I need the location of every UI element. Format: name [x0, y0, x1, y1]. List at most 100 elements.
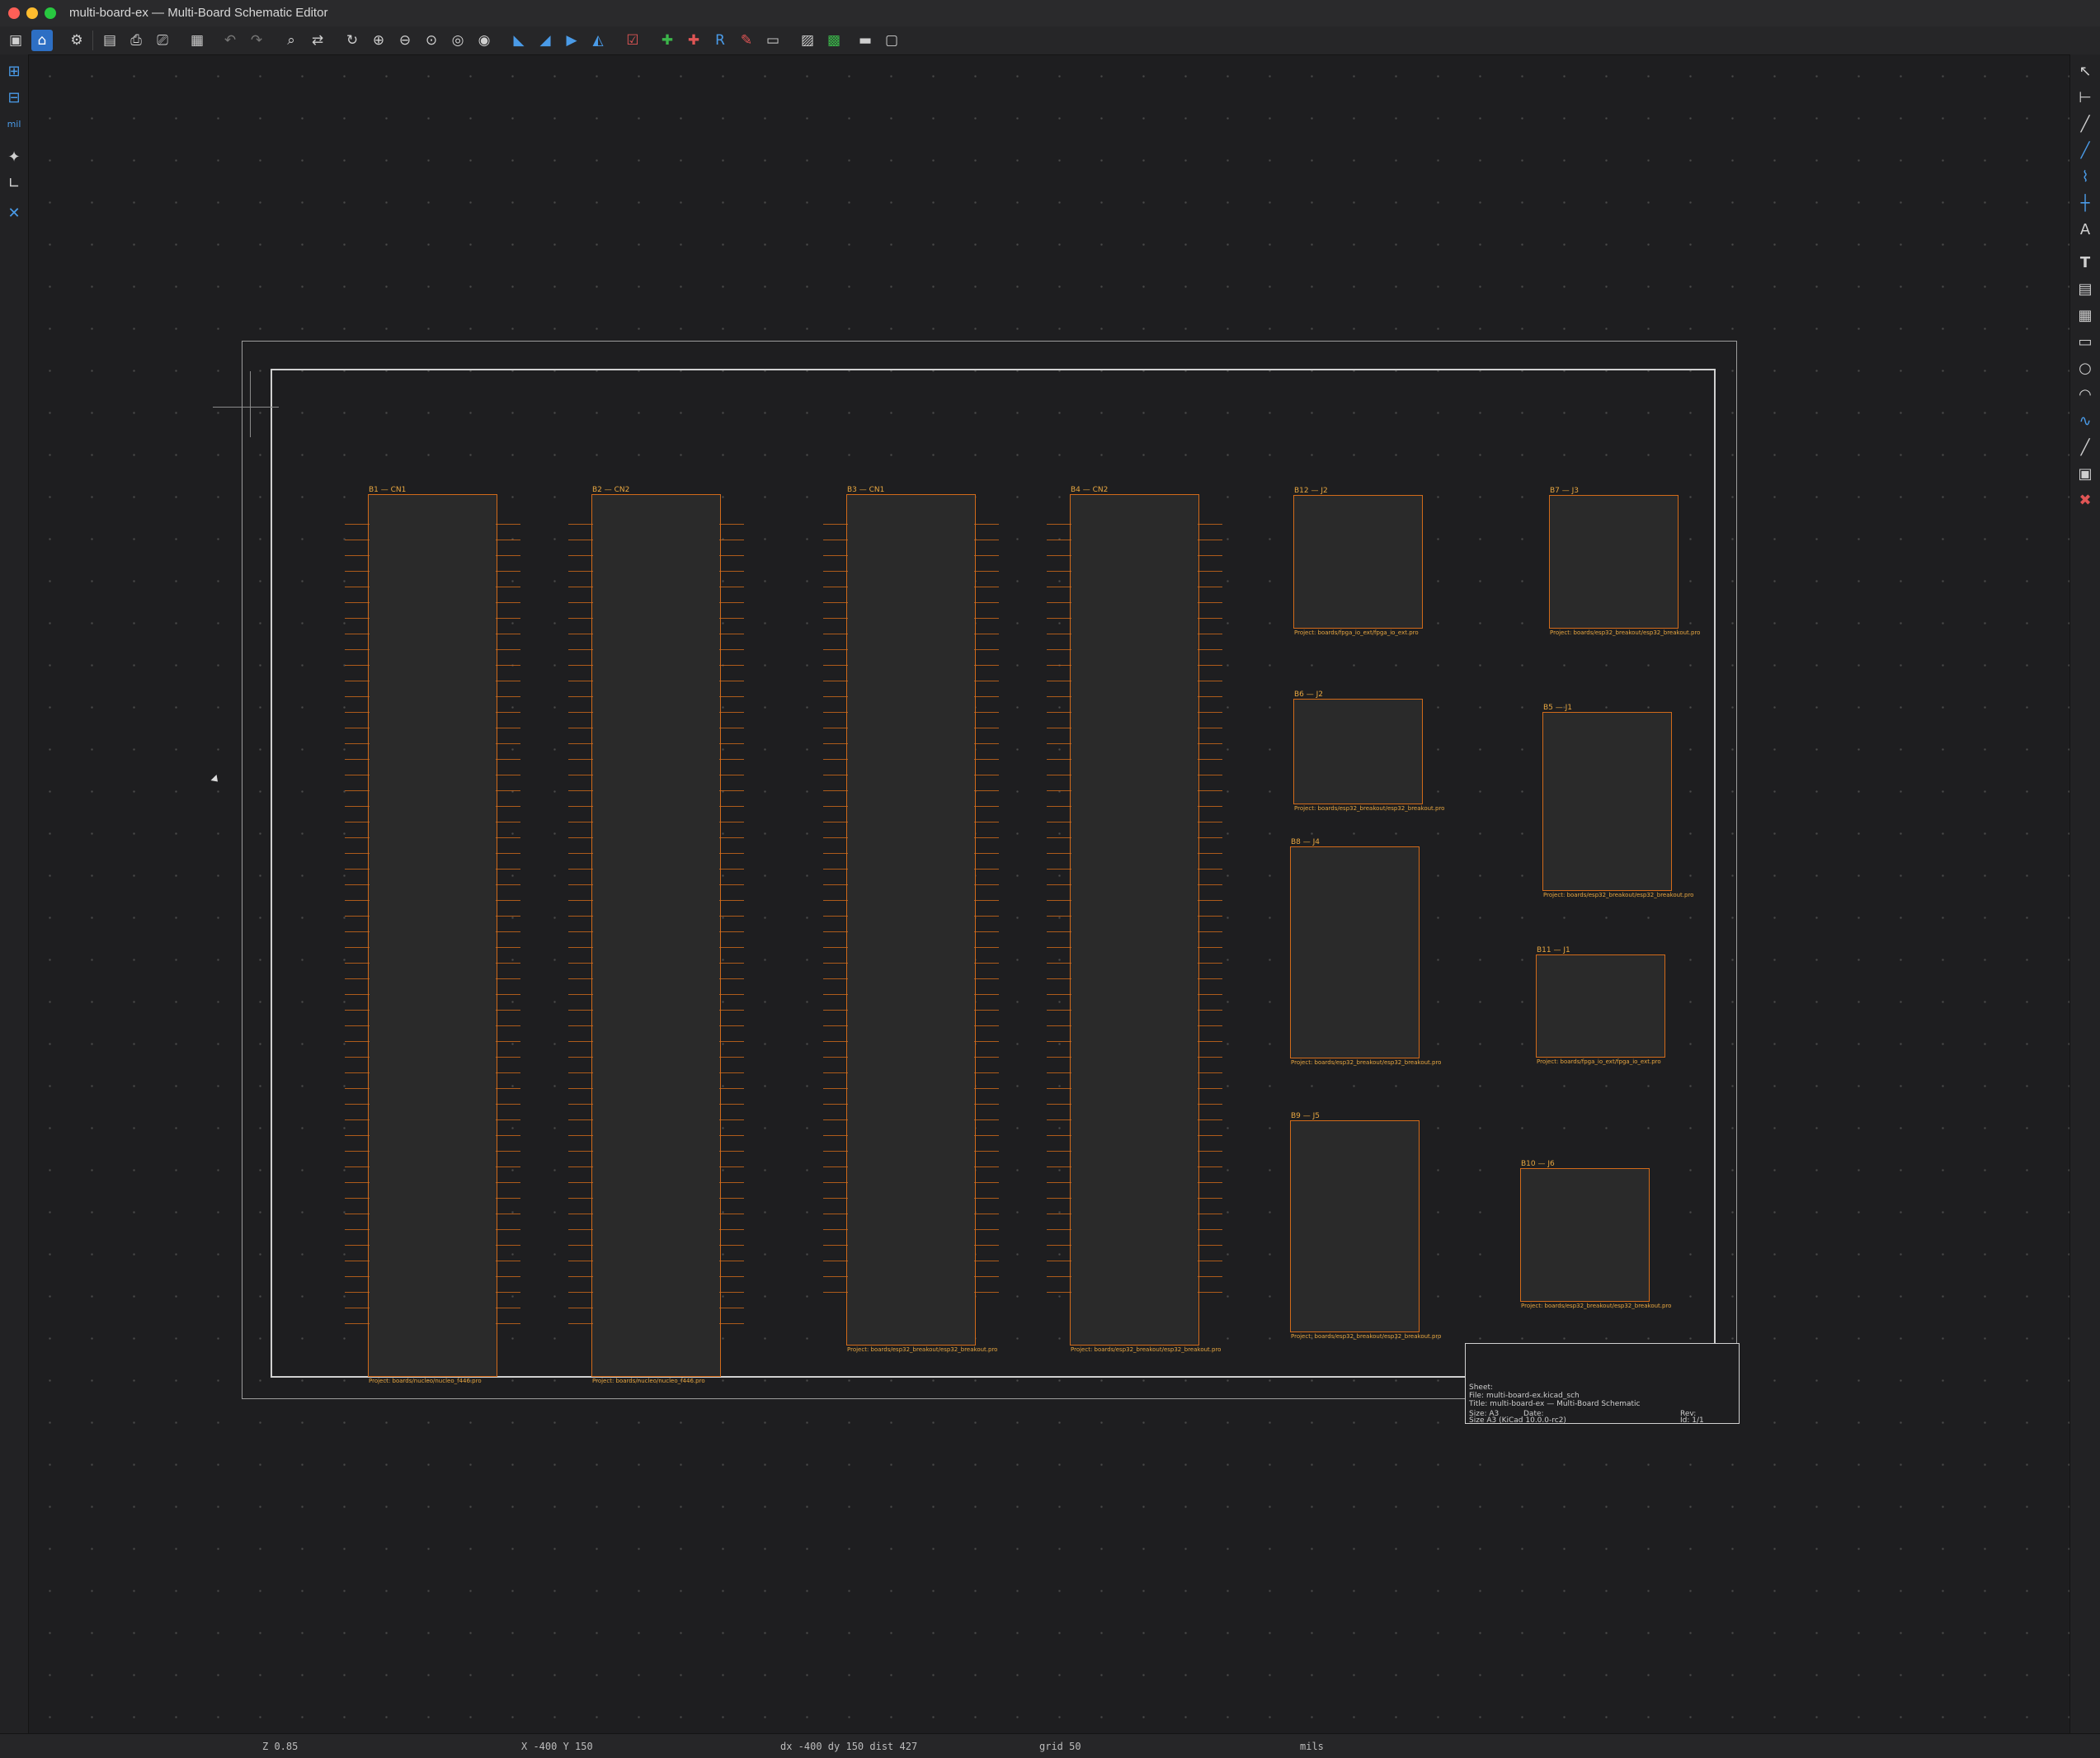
- refresh-icon[interactable]: ↻: [341, 30, 363, 51]
- board-b5[interactable]: B5 — J1 Project: boards/esp32_breakout/e…: [1542, 704, 1693, 898]
- top-toolbar: ▣ ⌂ ⚙ ▤ ⎙ ⎚ ▦ ↶ ↷ ⌕ ⇄ ↻ ⊕ ⊖ ⊙ ◎ ◉ ◣ ◢ ▶ …: [0, 26, 2100, 55]
- board-title: B6 — J2: [1294, 690, 1324, 699]
- highlight-net-icon[interactable]: ⊢: [2074, 86, 2097, 109]
- junction-icon[interactable]: ┼: [2074, 191, 2097, 214]
- board-b1[interactable]: B1 — CN1 Project: boards/nucleo/nucleo_f…: [368, 486, 497, 1384]
- symbol-browser-icon[interactable]: ✚: [683, 30, 704, 51]
- scripting-icon[interactable]: ▩: [823, 30, 845, 51]
- grid-overrides-icon[interactable]: ⊟: [2, 86, 26, 109]
- print-icon[interactable]: ⎙: [125, 30, 147, 51]
- crosshair-horizontal: [213, 407, 279, 408]
- zoom-out-icon[interactable]: ⊖: [394, 30, 416, 51]
- board-b8[interactable]: B8 — J4 Project: boards/esp32_breakout/e…: [1290, 838, 1441, 1066]
- board-title: B7 — J3: [1550, 487, 1580, 495]
- app-icon[interactable]: ⌂: [31, 30, 53, 51]
- maximize-window-button[interactable]: [45, 7, 56, 19]
- text-icon[interactable]: T: [2074, 251, 2097, 274]
- window-title: multi-board-ex — Multi-Board Schematic E…: [69, 6, 328, 20]
- zoom-in-icon[interactable]: ⊕: [368, 30, 389, 51]
- board-title: B10 — J6: [1521, 1160, 1555, 1168]
- textbox-icon[interactable]: ▤: [2074, 277, 2097, 300]
- title-block-id: Id: 1/1: [1680, 1416, 1704, 1425]
- board-b11[interactable]: B11 — J1 Project: boards/fpga_io_ext/fpg…: [1536, 946, 1665, 1065]
- redo-icon[interactable]: ↷: [246, 30, 267, 51]
- board-b12[interactable]: B12 — J2 Project: boards/fpga_io_ext/fpg…: [1293, 487, 1423, 636]
- board-title: B4 — CN2: [1071, 486, 1109, 494]
- find-replace-icon[interactable]: ⇄: [307, 30, 328, 51]
- circle-icon[interactable]: ○: [2074, 356, 2097, 379]
- board-title: B2 — CN2: [592, 486, 630, 494]
- status-bar: Z 0.85 X -400 Y 150 dx -400 dy 150 dist …: [0, 1733, 2100, 1758]
- close-window-button[interactable]: [8, 7, 20, 19]
- tools-icon[interactable]: ✕: [2, 201, 26, 224]
- board-project: Project: boards/esp32_breakout/esp32_bre…: [1291, 1059, 1442, 1066]
- symbol-editor-icon[interactable]: ✚: [657, 30, 678, 51]
- board-project: Project: boards/esp32_breakout/esp32_bre…: [1550, 629, 1701, 636]
- plot-icon[interactable]: ⎚: [152, 30, 173, 51]
- image-icon[interactable]: ▣: [2074, 462, 2097, 485]
- zoom-objects-icon[interactable]: ◎: [447, 30, 468, 51]
- rotate-ccw-icon[interactable]: ◣: [508, 30, 530, 51]
- zoom-fit-icon[interactable]: ⊙: [421, 30, 442, 51]
- board-title: B3 — CN1: [847, 486, 885, 494]
- netlist-icon[interactable]: ▭: [762, 30, 784, 51]
- cursor-icon[interactable]: ✦: [2, 145, 26, 168]
- board-title: B12 — J2: [1294, 487, 1328, 495]
- minimize-window-button[interactable]: [26, 7, 38, 19]
- board-project: Project: boards/fpga_io_ext/fpga_io_ext.…: [1537, 1058, 1661, 1065]
- status-units: mils: [1300, 1741, 1324, 1752]
- chat-icon[interactable]: ▢: [881, 30, 902, 51]
- title-block-sheet: Sheet:: [1469, 1383, 1494, 1392]
- board-b9[interactable]: B9 — J5 Project: boards/esp32_breakout/e…: [1290, 1112, 1441, 1340]
- status-zoom: Z 0.85: [262, 1741, 299, 1752]
- arc-icon[interactable]: ◠: [2074, 383, 2097, 406]
- board-project: Project: boards/esp32_breakout/esp32_bre…: [1521, 1303, 1672, 1309]
- zoom-selection-icon[interactable]: ◉: [473, 30, 495, 51]
- delete-icon[interactable]: ✖: [2074, 488, 2097, 511]
- undo-icon[interactable]: ↶: [219, 30, 241, 51]
- schematic-setup-icon[interactable]: ⚙: [66, 30, 87, 51]
- status-delta: dx -400 dy 150 dist 427: [780, 1741, 918, 1752]
- rectangle-icon[interactable]: ▭: [2074, 330, 2097, 353]
- board-project: Project: boards/esp32_breakout/esp32_bre…: [1291, 1333, 1442, 1340]
- save-icon[interactable]: ▣: [5, 30, 26, 51]
- rotate-cw-icon[interactable]: ◢: [534, 30, 556, 51]
- board-project: Project: boards/nucleo/nucleo_f446.pro: [592, 1378, 705, 1384]
- mirror-h-icon[interactable]: ◭: [587, 30, 609, 51]
- board-project: Project: boards/fpga_io_ext/fpga_io_ext.…: [1294, 629, 1419, 636]
- paste-icon[interactable]: ▦: [186, 30, 208, 51]
- console-icon[interactable]: ▬: [855, 30, 876, 51]
- board-b10[interactable]: B10 — J6 Project: boards/esp32_breakout/…: [1520, 1160, 1671, 1309]
- status-coords: X -400 Y 150: [521, 1741, 593, 1752]
- mirror-v-icon[interactable]: ▶: [561, 30, 582, 51]
- pin-column: [974, 511, 999, 1303]
- erc-icon[interactable]: ☑: [622, 30, 643, 51]
- page-setup-icon[interactable]: ▤: [99, 30, 120, 51]
- pcb-icon[interactable]: ▨: [797, 30, 818, 51]
- find-icon[interactable]: ⌕: [280, 30, 302, 51]
- bus-entry-icon[interactable]: ⌇: [2074, 165, 2097, 188]
- board-project: Project: boards/esp32_breakout/esp32_bre…: [847, 1346, 998, 1353]
- annotate-icon[interactable]: R: [709, 30, 731, 51]
- select-arrow-icon[interactable]: ↖: [2074, 59, 2097, 82]
- grid-icon[interactable]: ⊞: [2, 59, 26, 82]
- board-title: B11 — J1: [1537, 946, 1570, 954]
- title-block-kicad: Size A3 (KiCad 10.0.0-rc2): [1469, 1416, 1566, 1425]
- bom-icon[interactable]: ✎: [736, 30, 757, 51]
- line-icon[interactable]: ╱: [2074, 436, 2097, 459]
- table-icon[interactable]: ▦: [2074, 304, 2097, 327]
- board-b4[interactable]: B4 — CN2 Project: boards/esp32_breakout/…: [1070, 486, 1221, 1353]
- line-mode-icon[interactable]: ∟: [2, 172, 26, 195]
- board-title: B9 — J5: [1291, 1112, 1321, 1120]
- board-b6[interactable]: B6 — J2 Project: boards/esp32_breakout/e…: [1293, 690, 1444, 812]
- bezier-icon[interactable]: ∿: [2074, 409, 2097, 432]
- label-icon[interactable]: A: [2074, 218, 2097, 241]
- board-b7[interactable]: B7 — J3 Project: boards/esp32_breakout/e…: [1549, 487, 1700, 636]
- wire-icon[interactable]: ╱: [2074, 112, 2097, 135]
- bus-icon[interactable]: ╱: [2074, 139, 2097, 162]
- board-b3[interactable]: B3 — CN1 Project: boards/esp32_breakout/…: [846, 486, 997, 1353]
- board-title: B1 — CN1: [369, 486, 407, 494]
- title-block: Sheet: File: multi-board-ex.kicad_sch Ti…: [1465, 1343, 1740, 1425]
- board-b2[interactable]: B2 — CN2 Project: boards/nucleo/nucleo_f…: [591, 486, 721, 1384]
- units-mil-icon[interactable]: mil: [2, 112, 26, 135]
